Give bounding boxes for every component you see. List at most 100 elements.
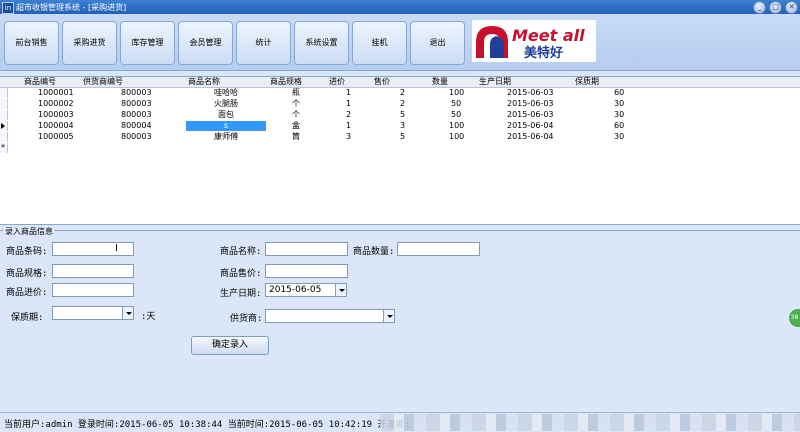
cell[interactable]: 800003 bbox=[121, 99, 152, 109]
cell[interactable]: 康师傅 bbox=[214, 132, 238, 142]
chevron-down-icon[interactable] bbox=[335, 284, 346, 296]
cell[interactable]: 3 bbox=[400, 121, 405, 131]
col-header[interactable]: 售价 bbox=[374, 77, 390, 87]
title-bar: in 超市收银管理系统 - [采购进货] _ □ ✕ bbox=[0, 0, 800, 14]
cell[interactable]: 1 bbox=[346, 88, 351, 98]
cell[interactable]: 800003 bbox=[121, 132, 152, 142]
cell[interactable]: 2015-06-03 bbox=[507, 110, 554, 120]
sale-price-label: 商品售价: bbox=[220, 269, 262, 279]
cell[interactable]: 瓶 bbox=[292, 88, 300, 98]
cell[interactable]: 1000004 bbox=[38, 121, 74, 131]
col-header[interactable]: 生产日期 bbox=[479, 77, 511, 87]
member-button[interactable]: 会员管理 bbox=[178, 21, 233, 65]
chevron-down-icon[interactable] bbox=[383, 310, 394, 322]
row-header[interactable] bbox=[0, 110, 8, 120]
cell[interactable]: 1 bbox=[346, 121, 351, 131]
supplier-select[interactable] bbox=[265, 309, 395, 323]
hang-up-button[interactable]: 挂机 bbox=[352, 21, 407, 65]
cell[interactable]: 火腿肠 bbox=[214, 99, 238, 109]
cell[interactable]: 800003 bbox=[121, 88, 152, 98]
table-row-selected[interactable]: 1000004 800004 s 盒 1 3 100 2015-06-04 60 bbox=[0, 121, 800, 131]
production-date-value: 2015-06-05 bbox=[269, 285, 322, 295]
cell[interactable]: 1000002 bbox=[38, 99, 74, 109]
cell[interactable]: 60 bbox=[614, 121, 624, 131]
cell[interactable]: 30 bbox=[614, 110, 624, 120]
col-header[interactable]: 数量 bbox=[432, 77, 448, 87]
production-date-picker[interactable]: 2015-06-05 bbox=[265, 283, 347, 297]
cell[interactable]: 1000005 bbox=[38, 132, 74, 142]
cell[interactable]: 800003 bbox=[121, 110, 152, 120]
cell[interactable]: 30 bbox=[614, 132, 624, 142]
cell[interactable]: 2 bbox=[346, 110, 351, 120]
statistics-button[interactable]: 统计 bbox=[236, 21, 291, 65]
cell[interactable]: 50 bbox=[451, 110, 461, 120]
table-row[interactable]: 1000002 800003 火腿肠 个 1 2 50 2015-06-03 3… bbox=[0, 99, 800, 109]
cell[interactable]: 100 bbox=[449, 121, 464, 131]
confirm-entry-button[interactable]: 确定录入 bbox=[191, 336, 269, 355]
col-header[interactable]: 供货商编号 bbox=[83, 77, 123, 87]
cell[interactable]: 100 bbox=[449, 88, 464, 98]
name-input[interactable] bbox=[265, 242, 348, 256]
new-row[interactable]: * bbox=[0, 143, 800, 153]
inventory-button[interactable]: 库存管理 bbox=[120, 21, 175, 65]
row-header[interactable] bbox=[0, 121, 8, 131]
cell[interactable]: 个 bbox=[292, 110, 300, 120]
maximize-button[interactable]: □ bbox=[769, 1, 782, 14]
quantity-input[interactable] bbox=[397, 242, 480, 256]
col-header[interactable]: 商品编号 bbox=[24, 77, 56, 87]
spec-input[interactable] bbox=[52, 264, 134, 278]
shelf-life-label: 保质期: bbox=[11, 313, 44, 323]
close-button[interactable]: ✕ bbox=[785, 1, 798, 14]
exit-button[interactable]: 退出 bbox=[410, 21, 465, 65]
sale-price-input[interactable] bbox=[265, 264, 348, 278]
cell[interactable]: 哇哈哈 bbox=[214, 88, 238, 98]
cell[interactable]: 5 bbox=[400, 110, 405, 120]
front-sales-button[interactable]: 前台销售 bbox=[4, 21, 59, 65]
barcode-label: 商品条码: bbox=[6, 247, 48, 257]
cell[interactable]: 2 bbox=[400, 88, 405, 98]
cell[interactable]: 1000003 bbox=[38, 110, 74, 120]
col-header[interactable]: 商品规格 bbox=[270, 77, 302, 87]
cell[interactable]: 100 bbox=[449, 132, 464, 142]
cell[interactable]: 3 bbox=[346, 132, 351, 142]
selected-cell[interactable]: s bbox=[186, 121, 266, 131]
shelf-life-unit: :天 bbox=[141, 312, 156, 322]
chevron-down-icon[interactable] bbox=[122, 307, 133, 319]
shelf-life-select[interactable] bbox=[52, 306, 134, 320]
minimize-button[interactable]: _ bbox=[753, 1, 766, 14]
col-header[interactable]: 商品名称 bbox=[188, 77, 220, 87]
cell[interactable]: 2015-06-03 bbox=[507, 99, 554, 109]
cell[interactable]: 个 bbox=[292, 99, 300, 109]
cell[interactable]: 2015-06-03 bbox=[507, 88, 554, 98]
cell[interactable]: 30 bbox=[614, 99, 624, 109]
row-header[interactable]: * bbox=[0, 143, 8, 153]
cell[interactable]: 2015-06-04 bbox=[507, 132, 554, 142]
table-row[interactable]: 1000001 800003 哇哈哈 瓶 1 2 100 2015-06-03 … bbox=[0, 88, 800, 98]
settings-button[interactable]: 系统设置 bbox=[294, 21, 349, 65]
cell[interactable]: 1 bbox=[346, 99, 351, 109]
row-header[interactable] bbox=[0, 132, 8, 142]
row-header[interactable] bbox=[0, 88, 8, 98]
cell[interactable]: 2015-06-04 bbox=[507, 121, 554, 131]
cell[interactable]: 50 bbox=[451, 99, 461, 109]
side-floating-badge[interactable]: 38 bbox=[789, 309, 800, 327]
cell[interactable]: 1000001 bbox=[38, 88, 74, 98]
goods-table[interactable]: 商品编号 供货商编号 商品名称 商品规格 进价 售价 数量 生产日期 保质期 1… bbox=[0, 76, 800, 225]
col-header[interactable]: 进价 bbox=[329, 77, 345, 87]
table-row[interactable]: 1000005 800003 康师傅 筒 3 5 100 2015-06-04 … bbox=[0, 132, 800, 142]
barcode-input[interactable] bbox=[52, 242, 134, 256]
cell[interactable]: 800004 bbox=[121, 121, 152, 131]
cell[interactable]: 筒 bbox=[292, 132, 300, 142]
cell[interactable]: 盒 bbox=[292, 121, 300, 131]
row-header[interactable] bbox=[0, 99, 8, 109]
table-row[interactable]: 1000003 800003 面包 个 2 5 50 2015-06-03 30 bbox=[0, 110, 800, 120]
cell[interactable]: 2 bbox=[400, 99, 405, 109]
cost-input[interactable] bbox=[52, 283, 134, 297]
current-row-arrow-icon bbox=[1, 123, 5, 129]
col-header[interactable]: 保质期 bbox=[575, 77, 599, 87]
spec-label: 商品规格: bbox=[6, 269, 48, 279]
cell[interactable]: 面包 bbox=[218, 110, 234, 120]
cell[interactable]: 5 bbox=[400, 132, 405, 142]
cell[interactable]: 60 bbox=[614, 88, 624, 98]
purchase-button[interactable]: 采购进货 bbox=[62, 21, 117, 65]
